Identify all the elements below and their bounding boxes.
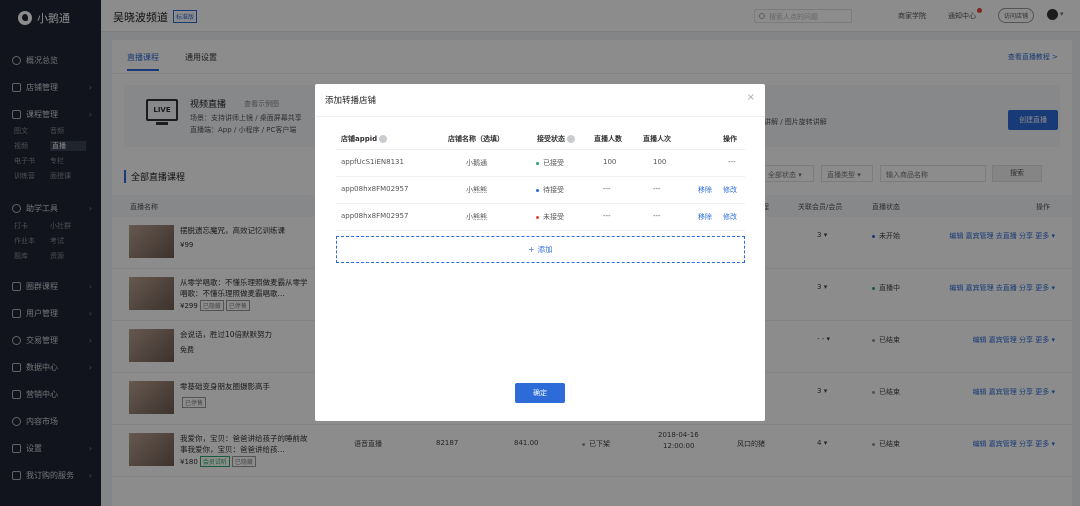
shop-appid: appfUcS1iEN8131 bbox=[341, 158, 404, 166]
accept-status: 已接受 bbox=[536, 158, 564, 168]
add-shop-button[interactable]: + 添加 bbox=[336, 236, 745, 263]
remove-link[interactable]: 移除 bbox=[698, 212, 712, 222]
viewer-count: --- bbox=[603, 212, 611, 220]
col-accept-status: 接受状态 bbox=[537, 135, 565, 143]
close-icon[interactable]: × bbox=[747, 92, 755, 103]
help-icon[interactable] bbox=[567, 135, 575, 143]
col-shop-name: 店铺名称（选填） bbox=[448, 135, 504, 143]
remove-link[interactable]: 移除 bbox=[698, 185, 712, 195]
col-views: 直播人次 bbox=[643, 135, 671, 143]
edit-link[interactable]: 修改 bbox=[723, 185, 737, 195]
col-accept-wrap: 接受状态 bbox=[537, 134, 575, 144]
relay-shop-table: 店铺appid 店铺名称（选填） 接受状态 直播人数 直播人次 操作 appfU… bbox=[336, 128, 745, 231]
confirm-button[interactable]: 确定 bbox=[515, 383, 565, 403]
accept-status: 待接受 bbox=[536, 185, 564, 195]
relay-table-header: 店铺appid 店铺名称（选填） 接受状态 直播人数 直播人次 操作 bbox=[336, 128, 745, 150]
col-appid-wrap: 店铺appid bbox=[341, 134, 388, 144]
relay-shop-row: app08hx8FM02957 小熊熊 待接受 --- --- 移除 修改 bbox=[336, 177, 745, 204]
accept-status: 未接受 bbox=[536, 212, 564, 222]
accept-status-text: 待接受 bbox=[543, 186, 564, 194]
shop-appid: app08hx8FM02957 bbox=[341, 212, 409, 220]
status-dot bbox=[536, 188, 539, 192]
relay-table-body: appfUcS1iEN8131 小鹅通 已接受 100 100 --- app08hx8FM… bbox=[336, 150, 745, 231]
viewer-count: 100 bbox=[603, 158, 617, 166]
status-dot bbox=[536, 215, 539, 219]
relay-shop-row: app08hx8FM02957 小熊熊 未接受 --- --- 移除 修改 bbox=[336, 204, 745, 231]
viewer-count: --- bbox=[603, 185, 611, 193]
dialog-divider bbox=[315, 116, 765, 117]
no-action: --- bbox=[728, 158, 736, 166]
view-times: 100 bbox=[653, 158, 667, 166]
add-relay-shop-dialog: 添加转播店铺 × 店铺appid 店铺名称（选填） 接受状态 直播人数 直播人次… bbox=[315, 84, 765, 421]
shop-appid: app08hx8FM02957 bbox=[341, 185, 409, 193]
add-label: 添加 bbox=[537, 245, 553, 254]
col-appid: 店铺appid bbox=[341, 135, 378, 143]
accept-status-text: 未接受 bbox=[543, 213, 564, 221]
col-ops: 操作 bbox=[723, 135, 737, 143]
view-times: --- bbox=[653, 185, 661, 193]
status-dot bbox=[536, 161, 539, 165]
shop-name: 小鹅通 bbox=[466, 159, 487, 167]
shop-name: 小熊熊 bbox=[466, 213, 487, 221]
view-times: --- bbox=[653, 212, 661, 220]
dialog-title: 添加转播店铺 bbox=[325, 96, 377, 106]
relay-shop-row: appfUcS1iEN8131 小鹅通 已接受 100 100 --- bbox=[336, 150, 745, 177]
edit-link[interactable]: 修改 bbox=[723, 212, 737, 222]
col-viewers: 直播人数 bbox=[594, 135, 622, 143]
shop-name: 小熊熊 bbox=[466, 186, 487, 194]
plus-icon: + bbox=[528, 245, 535, 254]
help-icon[interactable] bbox=[379, 135, 388, 143]
accept-status-text: 已接受 bbox=[543, 159, 564, 167]
